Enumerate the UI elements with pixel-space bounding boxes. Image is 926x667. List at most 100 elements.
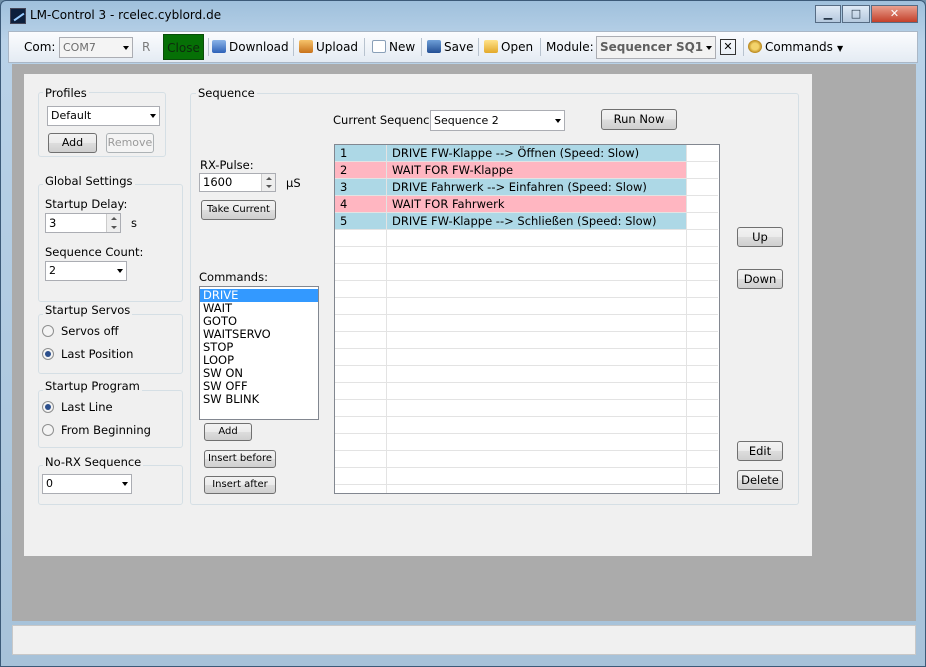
table-row[interactable] <box>335 230 718 247</box>
toolbar-separator <box>421 38 422 56</box>
toolbar: Com: COM7 R Close Download Upload New Sa… <box>8 31 918 63</box>
com-port-select[interactable]: COM7 <box>59 37 133 58</box>
table-row[interactable] <box>335 315 718 332</box>
rx-pulse-value: 1600 <box>203 175 233 189</box>
startup-delay-label: Startup Delay: <box>45 197 128 211</box>
startup-servos-title: Startup Servos <box>43 303 133 317</box>
move-down-button[interactable]: Down <box>737 269 783 289</box>
download-label: Download <box>229 40 289 54</box>
servos-off-radio[interactable] <box>42 325 54 337</box>
table-row[interactable] <box>335 332 718 349</box>
table-row[interactable]: 1 DRIVE FW-Klappe --> Öffnen (Speed: Slow… <box>335 145 718 162</box>
profile-add-button[interactable]: Add <box>48 133 97 153</box>
table-row[interactable] <box>335 468 718 485</box>
table-row[interactable] <box>335 434 718 451</box>
row-command-cell: WAIT FOR FW-Klappe <box>387 162 686 178</box>
dropdown-arrow-icon: ▼ <box>836 44 844 53</box>
table-row[interactable] <box>335 366 718 383</box>
toolbar-separator <box>478 38 479 56</box>
chevron-down-icon <box>123 45 129 50</box>
new-button[interactable]: New <box>372 32 415 62</box>
take-current-button[interactable]: Take Current <box>201 200 276 220</box>
table-row[interactable] <box>335 417 718 434</box>
profile-value: Default <box>51 109 92 122</box>
table-row[interactable] <box>335 281 718 298</box>
command-list-item[interactable]: SW BLINK <box>200 393 318 406</box>
com-port-value: COM7 <box>63 41 96 54</box>
table-row[interactable] <box>335 264 718 281</box>
table-row[interactable] <box>335 349 718 366</box>
last-position-radio[interactable] <box>42 348 54 360</box>
last-line-radio[interactable] <box>42 401 54 413</box>
save-button[interactable]: Save <box>427 32 473 62</box>
run-now-button[interactable]: Run Now <box>601 109 677 130</box>
servos-off-label: Servos off <box>61 324 119 338</box>
chevron-down-icon <box>122 482 128 486</box>
profile-select[interactable]: Default <box>47 106 160 126</box>
toolbar-separator <box>208 38 209 56</box>
open-button[interactable]: Open <box>484 32 533 62</box>
minimize-button[interactable]: ▁ <box>815 5 841 23</box>
startup-delay-input[interactable]: 3 <box>45 213 121 233</box>
module-close-button[interactable]: ✕ <box>720 39 736 55</box>
command-add-button[interactable]: Add <box>204 423 252 441</box>
edit-button[interactable]: Edit <box>737 441 783 461</box>
last-line-label: Last Line <box>61 400 113 414</box>
rx-pulse-input[interactable]: 1600 <box>199 173 276 192</box>
move-up-button[interactable]: Up <box>737 227 783 247</box>
table-row[interactable] <box>335 383 718 400</box>
module-label: Module: <box>546 40 594 54</box>
table-row[interactable] <box>335 247 718 264</box>
table-row[interactable]: 3 DRIVE Fahrwerk --> Einfahren (Speed: Sl… <box>335 179 718 196</box>
close-connection-button[interactable]: Close <box>163 34 204 60</box>
module-select[interactable]: Sequencer SQ1 <box>596 36 716 59</box>
insert-after-button[interactable]: Insert after <box>204 476 276 494</box>
no-rx-value: 0 <box>46 477 53 490</box>
profile-remove-button[interactable]: Remove <box>106 133 154 153</box>
sequence-count-select[interactable]: 2 <box>45 261 127 281</box>
table-row[interactable]: 4 WAIT FOR Fahrwerk <box>335 196 718 213</box>
from-beginning-radio[interactable] <box>42 424 54 436</box>
current-sequence-value: Sequence 2 <box>434 114 499 127</box>
startup-delay-unit: s <box>131 216 137 230</box>
open-label: Open <box>501 40 534 54</box>
commands-listbox[interactable]: DRIVE WAIT GOTO WAITSERVO STOP LOOP SW ON SW OF… <box>199 286 319 420</box>
table-row[interactable] <box>335 451 718 468</box>
sequence-count-label: Sequence Count: <box>45 245 144 259</box>
rx-pulse-unit: µS <box>286 176 301 190</box>
chevron-down-icon <box>555 118 561 123</box>
spinner-icon[interactable] <box>106 214 120 232</box>
no-rx-select[interactable]: 0 <box>42 474 132 494</box>
download-button[interactable]: Download <box>212 32 289 62</box>
spinner-icon[interactable] <box>261 174 275 191</box>
close-window-button[interactable]: ✕ <box>871 5 918 23</box>
current-sequence-select[interactable]: Sequence 2 <box>430 110 565 131</box>
row-number-cell: 1 <box>335 145 386 161</box>
save-label: Save <box>444 40 474 54</box>
maximize-button[interactable]: □ <box>842 5 870 23</box>
table-row[interactable] <box>335 298 718 315</box>
row-number-cell: 2 <box>335 162 386 178</box>
com-label: Com: <box>24 40 56 54</box>
rx-pulse-label: RX-Pulse: <box>200 158 254 172</box>
from-beginning-label: From Beginning <box>61 423 151 437</box>
delete-button[interactable]: Delete <box>737 470 783 490</box>
app-icon <box>10 8 26 24</box>
upload-button[interactable]: Upload <box>299 32 358 62</box>
chevron-down-icon <box>706 45 712 50</box>
table-row[interactable]: 2 WAIT FOR FW-Klappe <box>335 162 718 179</box>
upload-icon <box>299 40 313 53</box>
commands-menu-button[interactable]: Commands ▼ <box>748 32 843 62</box>
table-row[interactable]: 5 DRIVE FW-Klappe --> Schließen (Speed: S… <box>335 213 718 230</box>
row-number-cell: 4 <box>335 196 386 212</box>
last-position-label: Last Position <box>61 347 134 361</box>
table-row[interactable] <box>335 400 718 417</box>
sequence-grid[interactable]: 1 DRIVE FW-Klappe --> Öffnen (Speed: Slow… <box>334 144 720 494</box>
toolbar-separator <box>364 38 365 56</box>
startup-delay-value: 3 <box>49 216 57 230</box>
sequence-title: Sequence <box>196 86 257 100</box>
row-number-cell: 5 <box>335 213 386 229</box>
gear-icon <box>748 40 762 53</box>
startup-program-title: Startup Program <box>43 379 142 393</box>
insert-before-button[interactable]: Insert before <box>204 450 276 468</box>
